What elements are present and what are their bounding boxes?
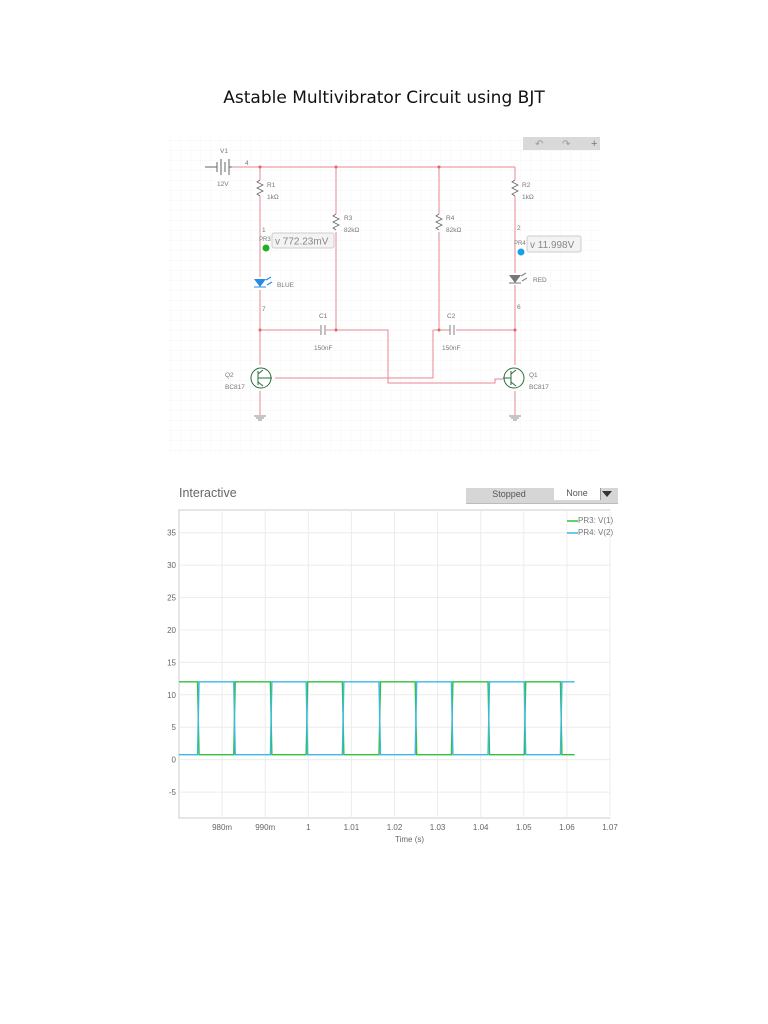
c1-label: C1 [319, 313, 328, 320]
y-tick-label: 0 [172, 756, 177, 765]
x-tick-label: 1.02 [387, 823, 403, 832]
x-axis-label: Time (s) [395, 835, 424, 844]
node-4-label: 4 [245, 160, 249, 167]
led-blue-label: BLUE [277, 282, 295, 289]
pr4-reading: v 11.998V [530, 240, 575, 251]
r4-label: R4 [446, 215, 455, 222]
legend-label: PR4: V(2) [578, 528, 613, 537]
node-1-label: 1 [262, 227, 266, 234]
y-tick-label: 35 [167, 529, 176, 538]
x-tick-label: 1.05 [516, 823, 532, 832]
q2-model: BC817 [225, 384, 245, 391]
x-tick-label: 990m [255, 823, 275, 832]
c2-value: 150nF [442, 345, 460, 352]
x-tick-label: 980m [212, 823, 232, 832]
schematic-grid [167, 137, 600, 453]
y-tick-label: 30 [167, 561, 176, 570]
r2-label: R2 [522, 182, 531, 189]
q2-label: Q2 [225, 372, 234, 379]
pr4-readout: v 11.998V [526, 235, 582, 253]
node-6-label: 6 [517, 304, 521, 311]
r4-value: 82kΩ [446, 227, 461, 234]
x-tick-label: 1.01 [344, 823, 360, 832]
probe-pr4-icon[interactable] [517, 248, 525, 256]
pr3-label: PR3 [259, 237, 271, 243]
r3-value: 82kΩ [344, 227, 359, 234]
x-tick-label: 1.07 [602, 823, 618, 832]
add-icon[interactable]: + [591, 138, 597, 150]
x-tick-label: 1 [306, 823, 311, 832]
pr3-reading: v 772.23mV [275, 237, 329, 248]
v1-value: 12V [217, 181, 229, 188]
node-2-label: 2 [517, 225, 521, 232]
node-7-label: 7 [262, 306, 266, 313]
x-tick-label: 1.03 [430, 823, 446, 832]
chevron-down-icon[interactable] [602, 491, 612, 497]
r2-value: 1kΩ [522, 194, 534, 201]
c2-label: C2 [447, 313, 456, 320]
undo-icon[interactable]: ↶ [535, 139, 543, 150]
y-tick-label: 20 [167, 626, 176, 635]
legend-label: PR3: V(1) [578, 516, 613, 525]
simulation-controls: Stopped None [466, 488, 618, 504]
y-tick-label: 25 [167, 594, 176, 603]
y-tick-label: 10 [167, 691, 176, 700]
status-label[interactable]: Stopped [466, 489, 552, 499]
pr3-readout: v 772.23mV [271, 232, 335, 249]
probe-pr3-icon[interactable] [262, 244, 270, 252]
y-tick-label: -5 [169, 788, 177, 797]
led-red-label: RED [533, 277, 547, 284]
circuit-schematic: ↶ ↷ + V1 12V 4 R1 1kΩ R2 1kΩ R3 82kΩ R4 … [167, 137, 600, 453]
pr4-label: PR4 [514, 241, 526, 247]
voltage-chart: 980m 990m 1 1.01 1.02 1.03 1.04 1.05 1.06 1.07 35 3… [167, 509, 618, 844]
r1-value: 1kΩ [267, 194, 279, 201]
r1-label: R1 [267, 182, 276, 189]
v1-label: V1 [220, 148, 228, 155]
q1-model: BC817 [529, 384, 549, 391]
panel-title: Interactive [179, 486, 237, 500]
y-tick-label: 15 [167, 658, 176, 667]
r3-label: R3 [344, 215, 353, 222]
schematic-toolbar: ↶ ↷ + [523, 137, 600, 150]
x-tick-label: 1.04 [473, 823, 489, 832]
x-tick-label: 1.06 [559, 823, 575, 832]
none-dropdown[interactable]: None [554, 488, 601, 500]
q1-label: Q1 [529, 372, 538, 379]
y-tick-label: 5 [172, 723, 177, 732]
document-title: Astable Multivibrator Circuit using BJT [223, 88, 545, 108]
c1-value: 150nF [314, 345, 332, 352]
redo-icon[interactable]: ↷ [562, 139, 571, 150]
